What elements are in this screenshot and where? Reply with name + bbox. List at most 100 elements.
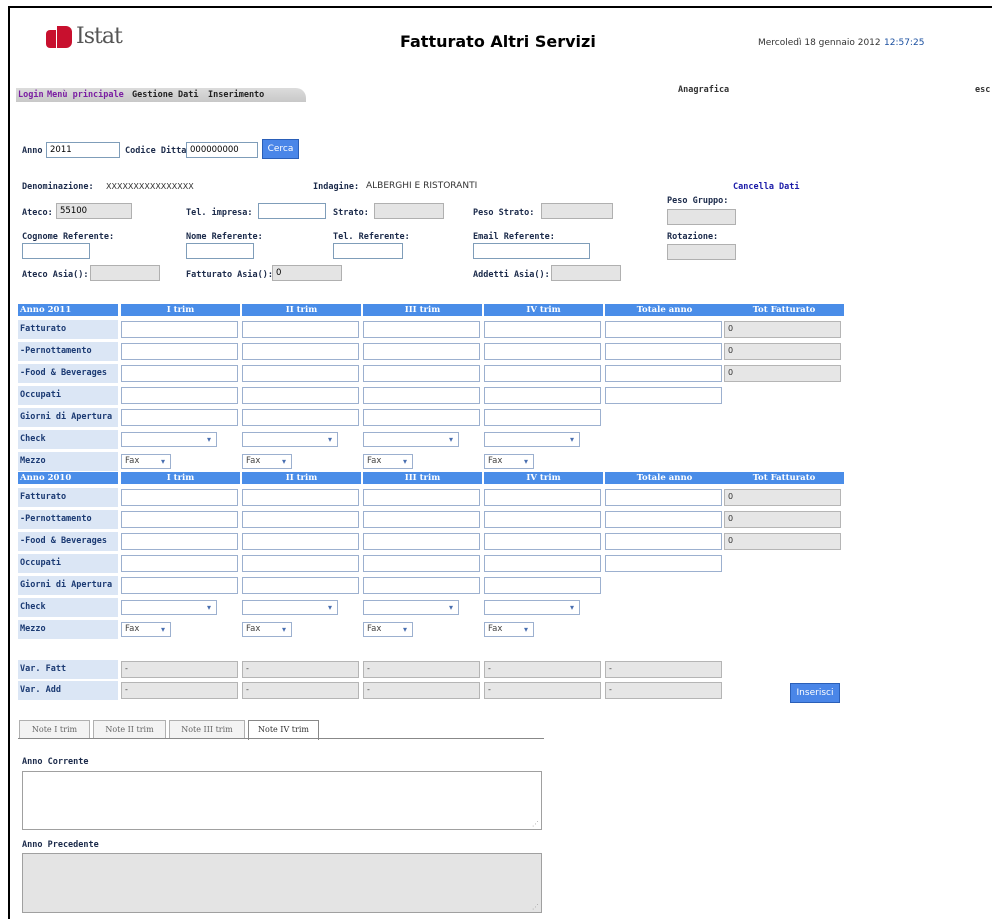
table-cell[interactable] xyxy=(484,387,601,404)
denominazione-value: XXXXXXXXXXXXXXXX xyxy=(106,182,194,191)
table-cell[interactable] xyxy=(363,577,480,594)
table-cell[interactable] xyxy=(605,489,722,506)
table-cell[interactable] xyxy=(484,577,601,594)
mezzo-select[interactable]: Fax ▾ xyxy=(484,454,534,469)
anno-corrente-textarea[interactable]: ⋰ xyxy=(22,771,542,830)
table-cell[interactable] xyxy=(242,489,359,506)
table-header-1: Anno 2010 I trim II trim III trim IV trim Tot… xyxy=(18,472,844,484)
table-cell[interactable] xyxy=(484,533,601,550)
check-select[interactable]: ▾ xyxy=(363,432,459,447)
table-cell[interactable] xyxy=(242,533,359,550)
mezzo-select[interactable]: Fax ▾ xyxy=(121,454,171,469)
chevron-down-icon: ▾ xyxy=(206,435,211,444)
mezzo-select[interactable]: Fax ▾ xyxy=(242,454,292,469)
table-cell[interactable] xyxy=(363,409,480,426)
var-cell: - xyxy=(242,661,359,678)
table-cell[interactable] xyxy=(363,321,480,338)
table-cell[interactable] xyxy=(121,511,238,528)
tab-note-i-trim[interactable]: Note I trim xyxy=(19,720,90,739)
mezzo-select[interactable]: Fax ▾ xyxy=(363,454,413,469)
table-cell[interactable] xyxy=(121,387,238,404)
table-cell[interactable] xyxy=(605,533,722,550)
nav-menu-principale[interactable]: Menù principale xyxy=(47,90,124,100)
table-cell[interactable] xyxy=(363,387,480,404)
check-select[interactable]: ▾ xyxy=(121,600,217,615)
inserisci-button[interactable]: Inserisci xyxy=(790,683,840,703)
check-select[interactable]: ▾ xyxy=(242,600,338,615)
table-cell[interactable] xyxy=(121,343,238,360)
table-cell[interactable] xyxy=(121,409,238,426)
chevron-down-icon: ▾ xyxy=(523,625,528,634)
cancella-dati-link[interactable]: Cancella Dati xyxy=(733,182,800,192)
tel-referente-input[interactable] xyxy=(333,243,403,259)
row-label: Giorni di Apertura xyxy=(18,576,118,595)
nav-gestione-dati[interactable]: Gestione Dati xyxy=(132,90,199,100)
email-referente-input[interactable] xyxy=(473,243,590,259)
check-select[interactable]: ▾ xyxy=(363,600,459,615)
codice-ditta-input[interactable]: 000000000 xyxy=(186,142,258,158)
chevron-down-icon: ▾ xyxy=(206,603,211,612)
table-cell[interactable] xyxy=(363,343,480,360)
column-header: Totale anno xyxy=(605,472,724,484)
table-cell[interactable] xyxy=(605,511,722,528)
table-cell[interactable] xyxy=(363,511,480,528)
table-cell[interactable] xyxy=(242,321,359,338)
mezzo-value: Fax xyxy=(488,624,503,634)
tel-impresa-input[interactable] xyxy=(258,203,326,219)
anagrafica-link[interactable]: Anagrafica xyxy=(678,85,729,95)
table-cell[interactable] xyxy=(242,365,359,382)
table-cell[interactable] xyxy=(484,511,601,528)
table-cell[interactable] xyxy=(242,409,359,426)
check-select[interactable]: ▾ xyxy=(242,432,338,447)
mezzo-select[interactable]: Fax ▾ xyxy=(363,622,413,637)
tab-note-iii-trim[interactable]: Note III trim xyxy=(169,720,245,739)
chevron-down-icon: ▾ xyxy=(402,457,407,466)
mezzo-select[interactable]: Fax ▾ xyxy=(121,622,171,637)
check-select[interactable]: ▾ xyxy=(484,600,580,615)
table-cell[interactable] xyxy=(121,555,238,572)
table-cell[interactable] xyxy=(363,533,480,550)
table-header-0: Anno 2011 I trim II trim III trim IV trim Tot… xyxy=(18,304,844,316)
nav-login[interactable]: Login xyxy=(18,90,44,100)
mezzo-select[interactable]: Fax ▾ xyxy=(484,622,534,637)
mezzo-value: Fax xyxy=(367,456,382,466)
table-cell[interactable] xyxy=(121,533,238,550)
table-cell[interactable] xyxy=(242,387,359,404)
table-cell[interactable] xyxy=(363,555,480,572)
tab-note-ii-trim[interactable]: Note II trim xyxy=(93,720,166,739)
table-cell[interactable] xyxy=(363,489,480,506)
nome-referente-input[interactable] xyxy=(186,243,254,259)
table-cell[interactable] xyxy=(363,365,480,382)
mezzo-select[interactable]: Fax ▾ xyxy=(242,622,292,637)
fatturato-asia-label: Fatturato Asia(): xyxy=(186,270,273,280)
table-cell[interactable] xyxy=(242,511,359,528)
table-cell[interactable] xyxy=(484,365,601,382)
cognome-referente-input[interactable] xyxy=(22,243,90,259)
table-cell[interactable] xyxy=(121,489,238,506)
table-cell[interactable] xyxy=(121,321,238,338)
table-cell[interactable] xyxy=(484,409,601,426)
cerca-button[interactable]: Cerca xyxy=(262,139,299,159)
table-cell[interactable] xyxy=(242,577,359,594)
table-cell[interactable] xyxy=(605,555,722,572)
check-select[interactable]: ▾ xyxy=(484,432,580,447)
table-cell[interactable] xyxy=(484,321,601,338)
tot-fatturato-cell: 0 xyxy=(724,343,841,360)
table-cell[interactable] xyxy=(242,343,359,360)
tab-note-iv-trim[interactable]: Note IV trim xyxy=(248,720,319,740)
table-cell[interactable] xyxy=(605,387,722,404)
indagine-value: ALBERGHI E RISTORANTI xyxy=(366,181,478,191)
anno-input[interactable]: 2011 xyxy=(46,142,120,158)
table-cell[interactable] xyxy=(121,365,238,382)
table-cell[interactable] xyxy=(605,343,722,360)
table-cell[interactable] xyxy=(605,365,722,382)
table-cell[interactable] xyxy=(484,489,601,506)
table-cell[interactable] xyxy=(121,577,238,594)
table-cell[interactable] xyxy=(484,343,601,360)
check-select[interactable]: ▾ xyxy=(121,432,217,447)
table-cell[interactable] xyxy=(484,555,601,572)
column-header: II trim xyxy=(242,304,361,316)
table-cell[interactable] xyxy=(605,321,722,338)
table-cell[interactable] xyxy=(242,555,359,572)
esc-link[interactable]: esc xyxy=(975,85,990,95)
